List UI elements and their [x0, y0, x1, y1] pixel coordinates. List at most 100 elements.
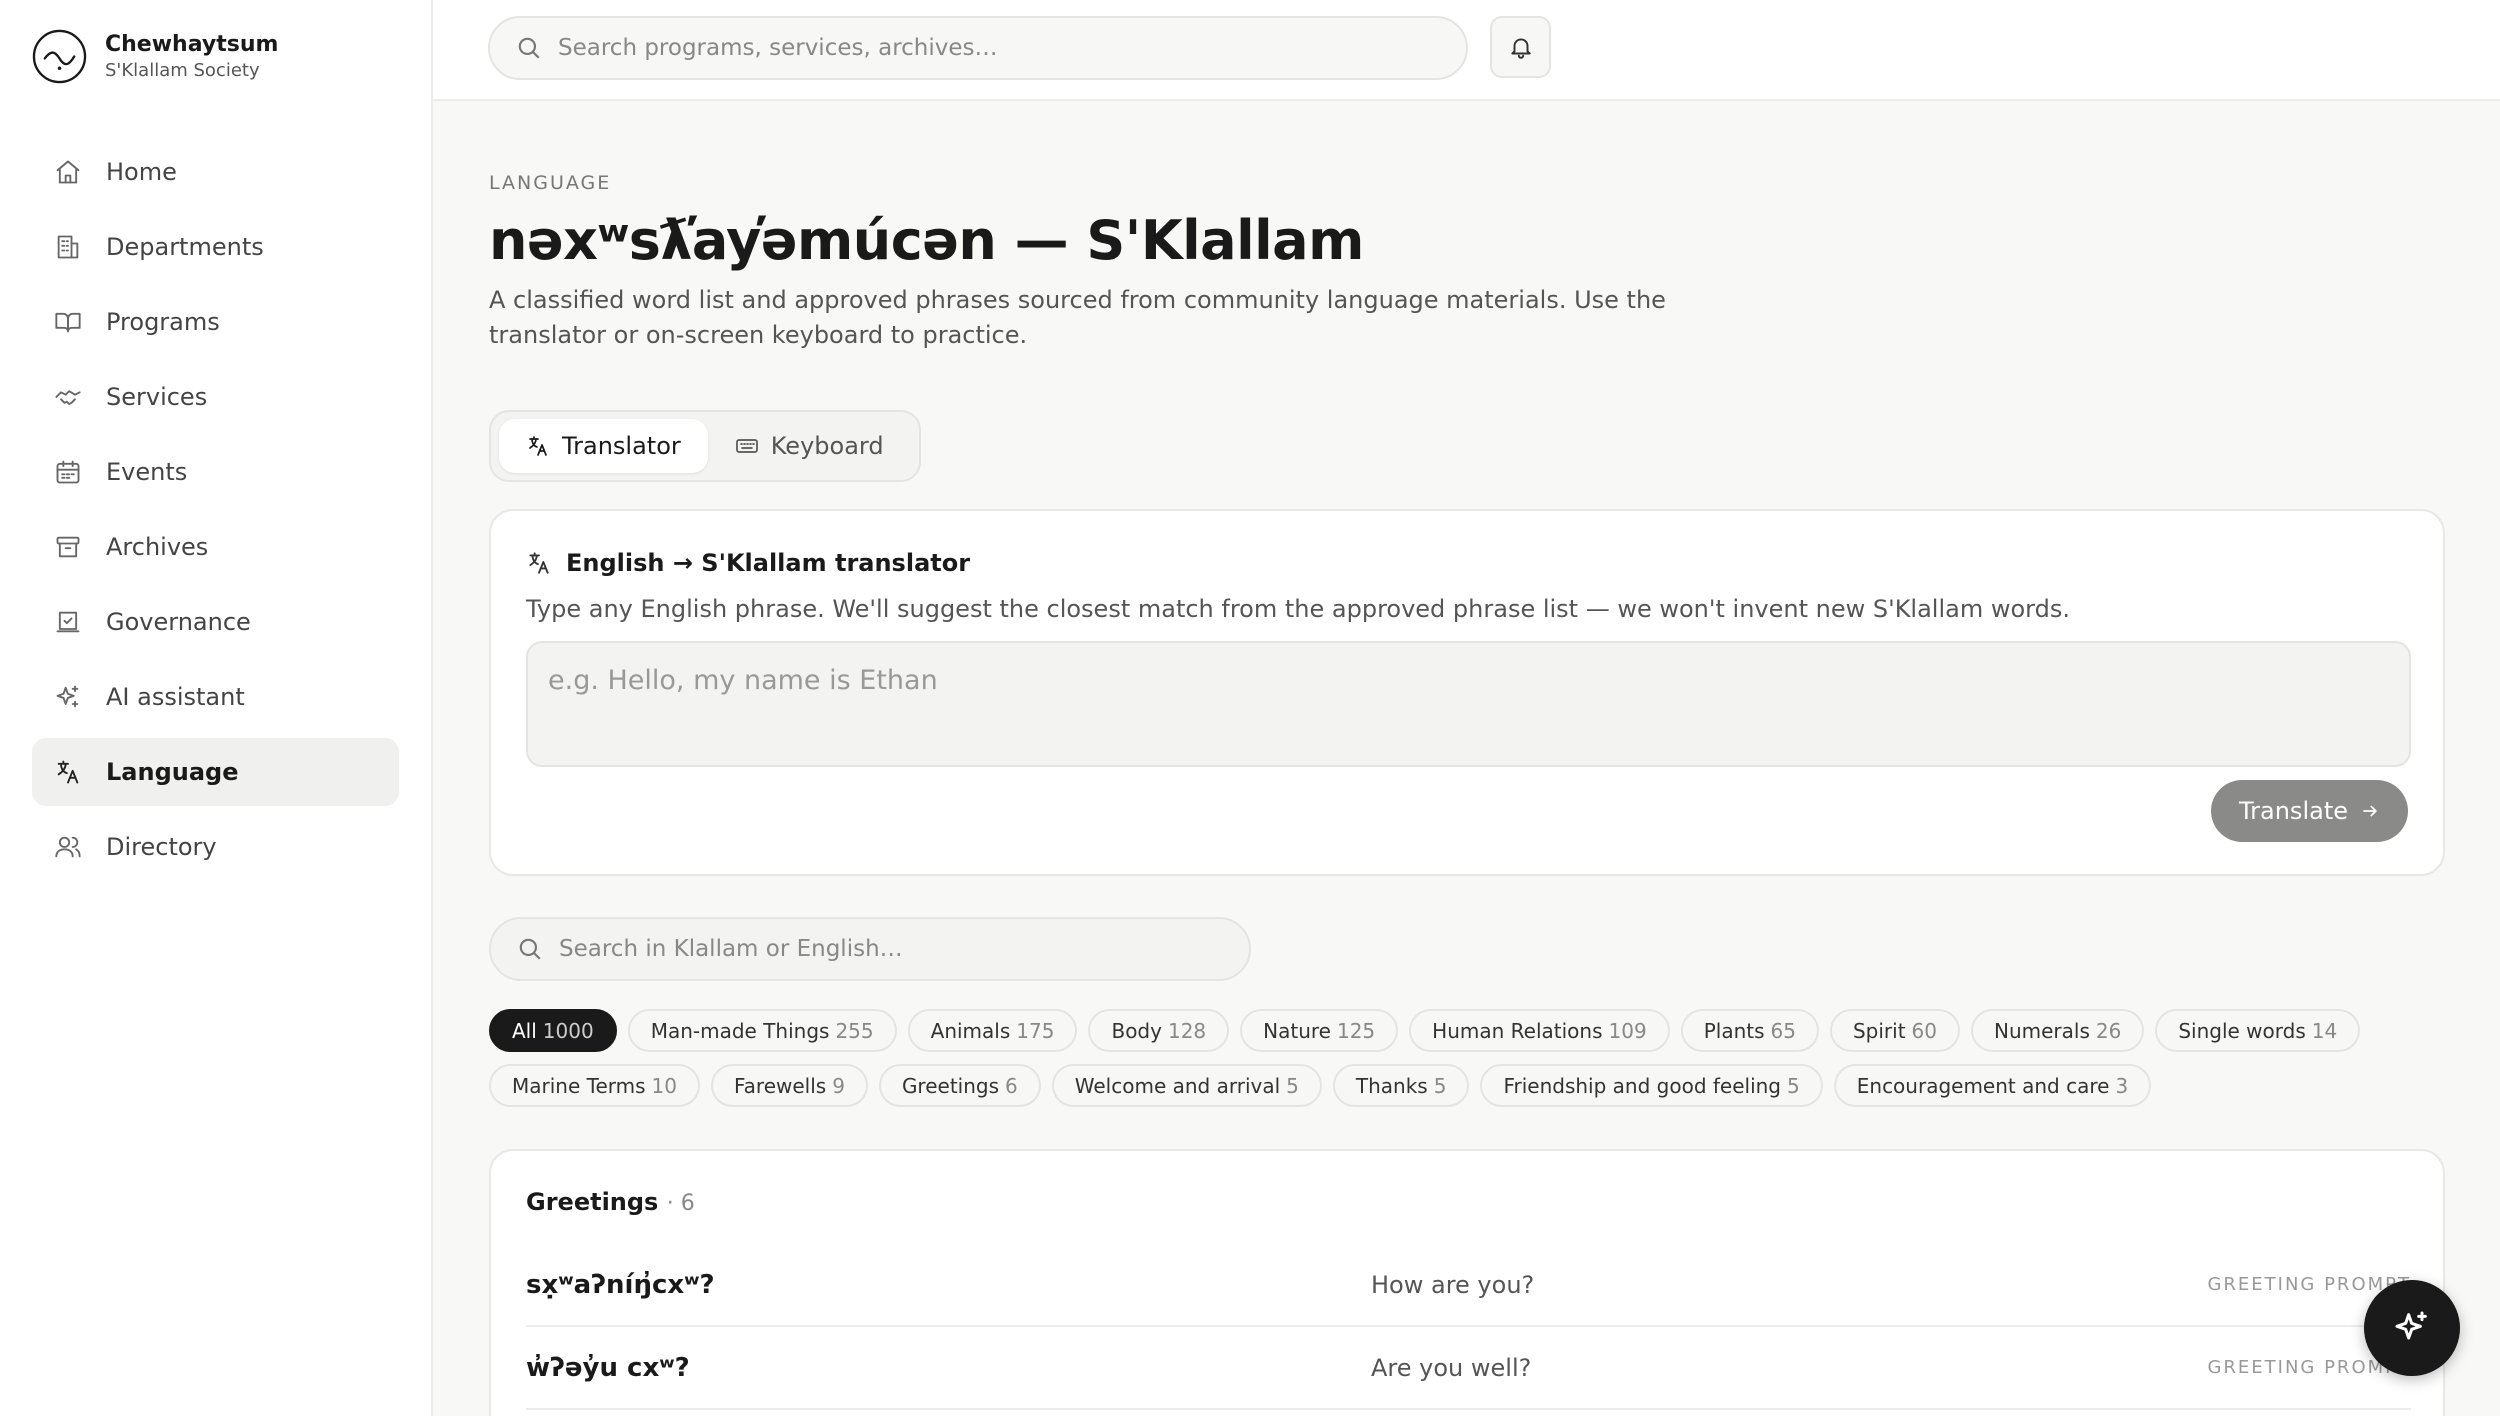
- category-chip-label: Welcome and arrival: [1074, 1073, 1281, 1098]
- category-chip[interactable]: Friendship and good feeling 5: [1480, 1064, 1823, 1107]
- english-phrase: Are you well?: [1371, 1353, 1532, 1382]
- category-chip-label: Thanks: [1355, 1073, 1428, 1098]
- notifications-button[interactable]: [1490, 16, 1551, 78]
- sidebar-item-governance[interactable]: Governance: [32, 588, 399, 656]
- category-chip-label: Farewells: [733, 1073, 827, 1098]
- category-chip-label: Friendship and good feeling: [1503, 1073, 1782, 1098]
- translate-icon: [52, 756, 84, 788]
- category-chip-label: Spirit: [1852, 1018, 1906, 1043]
- users-icon: [52, 831, 84, 863]
- sidebar-item-label: Home: [106, 158, 177, 186]
- category-chip-count: 1000: [542, 1018, 594, 1043]
- ballot-icon: [52, 606, 84, 638]
- category-chip-count: 175: [1016, 1018, 1055, 1043]
- word-search[interactable]: [489, 917, 1251, 981]
- keyboard-icon: [735, 439, 758, 453]
- list-item[interactable]: w̓ʔəy̓u cxʷ? Are you well? GREETING PROM…: [526, 1327, 2411, 1410]
- translate-button[interactable]: Translate: [2211, 780, 2408, 842]
- arrow-right-icon: [2363, 805, 2378, 817]
- sidebar-nav: Home Departments Programs Services Event…: [32, 138, 399, 888]
- building-icon: [52, 231, 84, 263]
- category-chip[interactable]: Encouragement and care 3: [1833, 1064, 2152, 1107]
- category-chip-count: 5: [1286, 1073, 1299, 1098]
- brand[interactable]: Chewhaytsum S'Klallam Society: [32, 29, 278, 84]
- category-chip-count: 26: [2095, 1018, 2122, 1043]
- sidebar-item-archives[interactable]: Archives: [32, 513, 399, 581]
- category-chip[interactable]: Farewells 9: [710, 1064, 868, 1107]
- book-icon: [52, 306, 84, 338]
- sparkles-icon: [52, 681, 84, 713]
- tab-keyboard[interactable]: Keyboard: [708, 419, 911, 473]
- category-chip-label: Human Relations: [1432, 1018, 1603, 1043]
- ai-assistant-fab[interactable]: [2364, 1280, 2460, 1376]
- brand-subtitle: S'Klallam Society: [105, 59, 260, 81]
- translate-icon: [529, 436, 547, 456]
- sidebar-item-label: Departments: [106, 233, 264, 261]
- translate-icon: [529, 552, 549, 574]
- greetings-title: Greetings: [526, 1188, 659, 1216]
- translator-input[interactable]: [526, 641, 2411, 767]
- category-chip-label: Single words: [2178, 1018, 2306, 1043]
- category-chip-label: Nature: [1263, 1018, 1331, 1043]
- category-chip[interactable]: Nature 125: [1240, 1009, 1399, 1052]
- category-chip[interactable]: Body 128: [1088, 1009, 1230, 1052]
- translator-card: English → S'Klallam translator Type any …: [489, 509, 2445, 876]
- search-icon: [519, 938, 541, 960]
- category-chip[interactable]: Greetings 6: [878, 1064, 1041, 1107]
- sidebar-item-departments[interactable]: Departments: [32, 213, 399, 281]
- sidebar-item-label: Directory: [106, 833, 217, 861]
- sidebar-item-directory[interactable]: Directory: [32, 813, 399, 881]
- category-chip[interactable]: Animals 175: [907, 1009, 1078, 1052]
- category-chip[interactable]: Marine Terms 10: [489, 1064, 700, 1107]
- category-chip[interactable]: Man-made Things 255: [627, 1009, 897, 1052]
- category-chip[interactable]: Spirit 60: [1829, 1009, 1960, 1052]
- category-chip-label: All: [512, 1018, 537, 1043]
- category-chip-count: 5: [1433, 1073, 1447, 1098]
- category-chip-count: 6: [1005, 1073, 1018, 1098]
- category-chip[interactable]: All 1000: [489, 1009, 617, 1052]
- sidebar-item-programs[interactable]: Programs: [32, 288, 399, 356]
- sidebar-item-home[interactable]: Home: [32, 138, 399, 206]
- category-chip[interactable]: Welcome and arrival 5: [1051, 1064, 1322, 1107]
- greetings-heading: Greetings · 6: [526, 1188, 695, 1216]
- list-item[interactable]: sx̣ʷaʔníŋ̓cxʷ? How are you? GREETING PRO…: [526, 1244, 2411, 1327]
- category-chip-label: Body: [1111, 1018, 1162, 1043]
- category-chip-count: 9: [832, 1073, 845, 1098]
- translator-heading-text: English → S'Klallam translator: [566, 549, 971, 577]
- category-chip[interactable]: Single words 14: [2155, 1009, 2361, 1052]
- page-title: nəxʷsƛ̕ay̕əmúcən — S'Klallam: [489, 209, 1364, 272]
- tab-label: Keyboard: [770, 432, 884, 460]
- category-chip[interactable]: Plants 65: [1680, 1009, 1819, 1052]
- sidebar-item-label: Services: [106, 383, 208, 411]
- category-chip[interactable]: Numerals 26: [1971, 1009, 2145, 1052]
- sidebar-item-ai-assistant[interactable]: AI assistant: [32, 663, 399, 731]
- sidebar-item-events[interactable]: Events: [32, 438, 399, 506]
- search-icon: [518, 37, 540, 59]
- category-chip-count: 65: [1770, 1018, 1796, 1043]
- category-chip-label: Man-made Things: [650, 1018, 830, 1043]
- translate-button-label: Translate: [2239, 797, 2348, 825]
- word-search-input[interactable]: [559, 936, 1182, 962]
- handshake-icon: [52, 381, 84, 413]
- category-chip[interactable]: Thanks 5: [1332, 1064, 1470, 1107]
- category-chip-label: Marine Terms: [512, 1073, 646, 1098]
- translator-subtitle: Type any English phrase. We'll suggest t…: [526, 595, 2070, 623]
- sidebar-item-services[interactable]: Services: [32, 363, 399, 431]
- sidebar-item-label: Programs: [106, 308, 220, 336]
- category-chip[interactable]: Human Relations 109: [1409, 1009, 1670, 1052]
- category-chip-count: 10: [651, 1073, 677, 1098]
- home-icon: [52, 156, 84, 188]
- sidebar-item-language[interactable]: Language: [32, 738, 399, 806]
- english-phrase: How are you?: [1371, 1270, 1535, 1299]
- global-search[interactable]: [488, 16, 1468, 80]
- mode-tabs: Translator Keyboard: [489, 410, 921, 482]
- tab-translator[interactable]: Translator: [499, 419, 708, 473]
- sidebar: Chewhaytsum S'Klallam Society Home Depar…: [0, 0, 433, 1416]
- category-chip-label: Numerals: [1994, 1018, 2090, 1043]
- category-chip-count: 128: [1167, 1018, 1207, 1043]
- global-search-input[interactable]: [558, 35, 1366, 61]
- category-chip-count: 14: [2311, 1018, 2338, 1043]
- category-chip-count: 5: [1787, 1073, 1800, 1098]
- calendar-icon: [52, 456, 84, 488]
- sparkles-icon: [2395, 1311, 2427, 1340]
